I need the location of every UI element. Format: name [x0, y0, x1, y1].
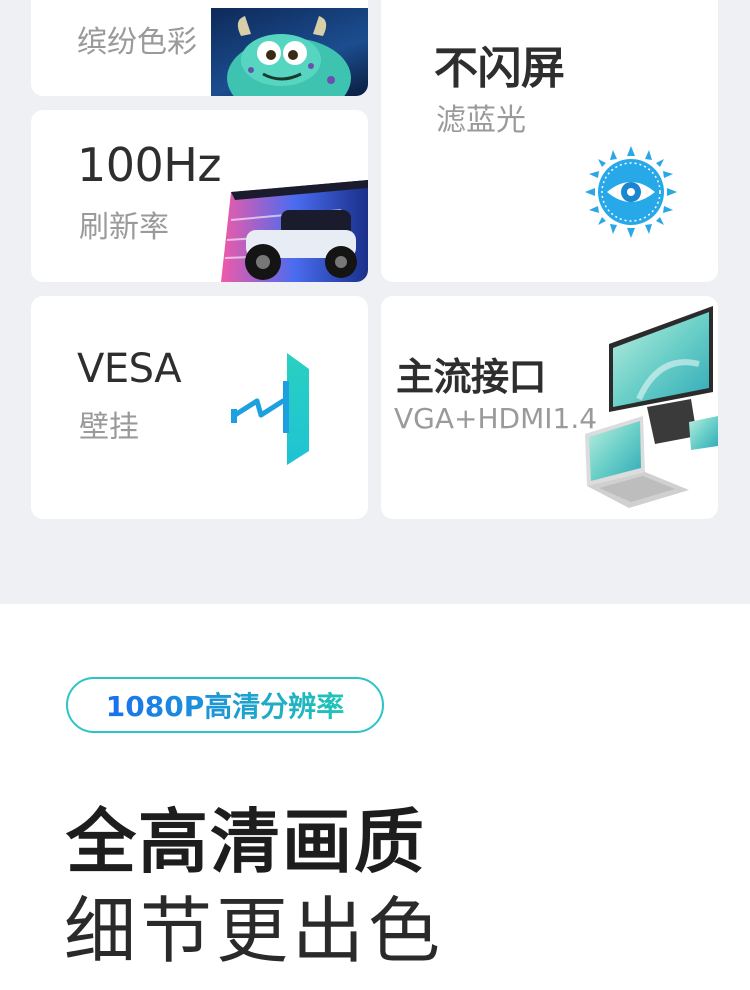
devices-image — [579, 304, 718, 519]
card-refresh: 100Hz 刷新率 — [31, 110, 368, 282]
card-refresh-subtitle: 刷新率 — [79, 210, 169, 245]
features-panel: 缤纷色彩 不闪屏 滤蓝光 100Hz 刷新率 VESA 壁挂 主流接口 VGA+… — [0, 0, 750, 604]
racecar-image — [191, 180, 368, 282]
wall-mount-icon — [231, 351, 313, 466]
eye-protection-icon — [585, 146, 677, 238]
card-color-subtitle: 缤纷色彩 — [77, 25, 197, 60]
card-vesa: VESA 壁挂 — [31, 296, 368, 519]
section-subline: 细节更出色 — [64, 889, 445, 973]
card-ports-subtitle: VGA+HDMI1.4 — [394, 402, 598, 435]
card-ports-title: 主流接口 — [396, 355, 547, 399]
card-vesa-title: VESA — [77, 346, 182, 392]
monster-image — [211, 8, 368, 96]
card-ports: 主流接口 VGA+HDMI1.4 — [381, 296, 718, 519]
card-flicker: 不闪屏 滤蓝光 — [381, 0, 718, 282]
card-vesa-subtitle: 壁挂 — [79, 410, 139, 445]
card-color: 缤纷色彩 — [31, 0, 368, 96]
resolution-badge: 1080P高清分辨率 — [66, 677, 384, 733]
card-flicker-title: 不闪屏 — [434, 43, 565, 94]
resolution-badge-label: 1080P高清分辨率 — [106, 685, 344, 725]
card-flicker-subtitle: 滤蓝光 — [436, 103, 526, 138]
